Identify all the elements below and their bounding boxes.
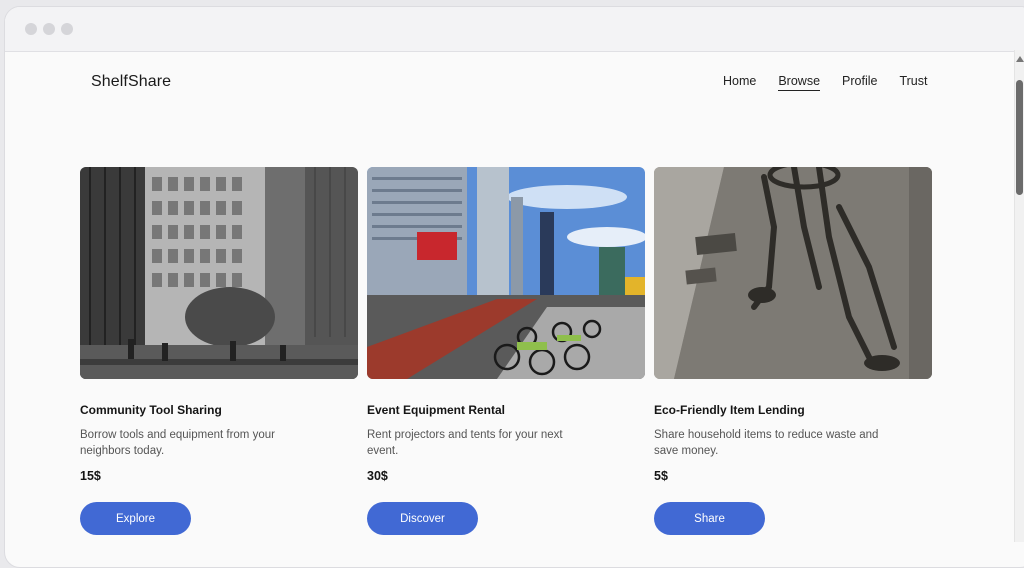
card-community-tool-sharing: Community Tool Sharing Borrow tools and … [80,167,358,535]
discover-button[interactable]: Discover [367,502,478,535]
card-image [654,167,932,379]
window-minimize-dot-icon[interactable] [43,23,55,35]
card-price: 30$ [367,469,388,483]
window-titlebar [5,7,1024,52]
card-price: 15$ [80,469,101,483]
card-title: Eco-Friendly Item Lending [654,403,805,417]
main-nav: Home Browse Profile Trust [723,74,927,91]
card-title: Event Equipment Rental [367,403,506,417]
brand-logo[interactable]: ShelfShare [91,73,171,91]
card-description: Share household items to reduce waste an… [654,429,879,457]
scroll-up-arrow-icon[interactable] [1016,56,1024,62]
window-close-dot-icon[interactable] [25,23,37,35]
nav-profile[interactable]: Profile [842,74,877,91]
card-price: 5$ [654,469,668,483]
scrollbar-thumb[interactable] [1016,80,1023,195]
nav-home[interactable]: Home [723,74,756,91]
browser-window: ShelfShare Home Browse Profile Trust Com… [4,6,1024,568]
nav-trust[interactable]: Trust [899,74,927,91]
nav-browse[interactable]: Browse [778,74,821,91]
page-content: ShelfShare Home Browse Profile Trust Com… [5,52,1024,567]
card-image [367,167,645,379]
card-title: Community Tool Sharing [80,403,222,417]
share-button[interactable]: Share [654,502,765,535]
explore-button[interactable]: Explore [80,502,191,535]
card-description: Borrow tools and equipment from your nei… [80,429,275,457]
card-description: Rent projectors and tents for your next … [367,429,563,457]
window-maximize-dot-icon[interactable] [61,23,73,35]
card-image [80,167,358,379]
card-eco-friendly-item-lending: Eco-Friendly Item Lending Share househol… [654,167,932,535]
card-event-equipment-rental: Event Equipment Rental Rent projectors a… [367,167,645,535]
vertical-scrollbar[interactable] [1014,50,1024,542]
